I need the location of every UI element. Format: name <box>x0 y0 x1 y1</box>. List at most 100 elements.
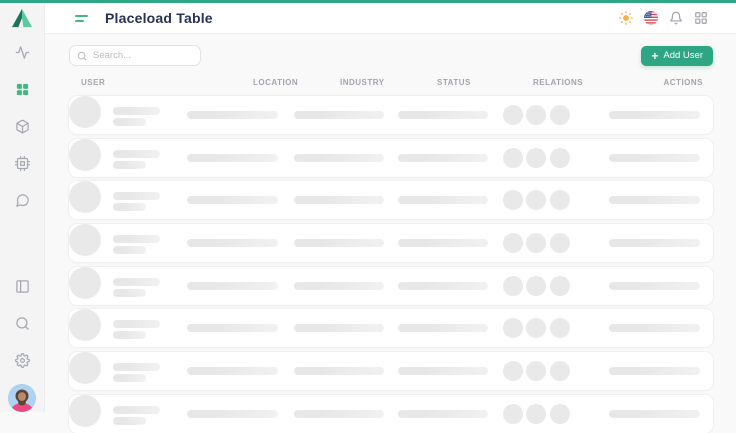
search-icon[interactable] <box>14 315 30 331</box>
skeleton-avatar <box>69 395 101 427</box>
skeleton-relation-3 <box>550 318 570 338</box>
skeleton-user-subtext <box>113 417 146 425</box>
skeleton-industry <box>294 324 384 332</box>
skeleton-location <box>187 367 278 375</box>
column-location: LOCATION <box>253 78 298 88</box>
table-body <box>69 96 713 433</box>
skeleton-avatar <box>69 267 101 299</box>
skeleton-avatar <box>69 352 101 384</box>
skeleton-location <box>187 111 278 119</box>
table-row-skeleton <box>69 352 713 390</box>
skeleton-relation-2 <box>526 276 546 296</box>
chat-bubble-icon[interactable] <box>14 192 30 208</box>
layout-panel-icon[interactable] <box>14 278 30 294</box>
page-header: Placeload Table <box>45 3 736 34</box>
skeleton-status <box>398 282 488 290</box>
search-icon <box>77 51 87 61</box>
box-icon[interactable] <box>14 118 30 134</box>
skeleton-industry <box>294 154 384 162</box>
skeleton-relation-2 <box>526 404 546 424</box>
skeleton-relation-1 <box>503 190 523 210</box>
skeleton-relation-1 <box>503 404 523 424</box>
sidebar <box>0 0 45 412</box>
toolbar: + Add User <box>69 45 713 66</box>
skeleton-relation-1 <box>503 233 523 253</box>
skeleton-relation-3 <box>550 148 570 168</box>
app-logo-icon[interactable] <box>11 8 33 28</box>
skeleton-user-name <box>113 406 160 414</box>
skeleton-user-subtext <box>113 374 146 382</box>
skeleton-user-subtext <box>113 203 146 211</box>
skeleton-status <box>398 239 488 247</box>
skeleton-relation-1 <box>503 105 523 125</box>
skeleton-relation-2 <box>526 190 546 210</box>
skeleton-location <box>187 196 278 204</box>
skeleton-user-name <box>113 107 160 115</box>
main-area: Placeload Table <box>45 3 736 412</box>
skeleton-relation-2 <box>526 105 546 125</box>
search-input[interactable] <box>93 50 193 61</box>
skeleton-status <box>398 410 488 418</box>
skeleton-industry <box>294 367 384 375</box>
skeleton-user-name <box>113 363 160 371</box>
cpu-icon[interactable] <box>14 155 30 171</box>
skeleton-location <box>187 239 278 247</box>
activity-icon[interactable] <box>14 44 30 60</box>
skeleton-status <box>398 367 488 375</box>
skeleton-actions <box>609 196 700 204</box>
grid-icon[interactable] <box>14 81 30 97</box>
column-relations: RELATIONS <box>533 78 583 88</box>
skeleton-industry <box>294 410 384 418</box>
skeleton-actions <box>609 239 700 247</box>
skeleton-relation-1 <box>503 148 523 168</box>
column-industry: INDUSTRY <box>340 78 385 88</box>
skeleton-location <box>187 324 278 332</box>
skeleton-industry <box>294 111 384 119</box>
skeleton-user-name <box>113 278 160 286</box>
skeleton-industry <box>294 239 384 247</box>
skeleton-avatar <box>69 139 101 171</box>
skeleton-status <box>398 196 488 204</box>
apps-grid-icon[interactable] <box>693 11 708 26</box>
column-actions: ACTIONS <box>664 78 704 88</box>
skeleton-actions <box>609 324 700 332</box>
table-row-skeleton <box>69 139 713 177</box>
skeleton-actions <box>609 111 700 119</box>
table-header: USER LOCATION INDUSTRY STATUS RELATIONS … <box>69 78 713 88</box>
skeleton-status <box>398 154 488 162</box>
menu-toggle-icon[interactable] <box>75 15 88 22</box>
skeleton-user-subtext <box>113 161 146 169</box>
skeleton-status <box>398 111 488 119</box>
table-row-skeleton <box>69 309 713 347</box>
top-accent-bar <box>0 0 736 3</box>
table-row-skeleton <box>69 395 713 433</box>
skeleton-avatar <box>69 224 101 256</box>
skeleton-user-name <box>113 192 160 200</box>
skeleton-actions <box>609 367 700 375</box>
content-area: + Add User USER LOCATION INDUSTRY STATUS… <box>45 34 736 433</box>
skeleton-relation-3 <box>550 276 570 296</box>
add-user-button[interactable]: + Add User <box>641 46 713 66</box>
skeleton-industry <box>294 282 384 290</box>
bell-icon[interactable] <box>668 11 683 26</box>
user-avatar[interactable] <box>8 384 36 412</box>
skeleton-relation-3 <box>550 404 570 424</box>
gear-icon[interactable] <box>14 352 30 368</box>
add-user-label: Add User <box>663 50 703 61</box>
skeleton-relation-3 <box>550 105 570 125</box>
skeleton-relation-2 <box>526 361 546 381</box>
skeleton-relation-1 <box>503 361 523 381</box>
table-row-skeleton <box>69 96 713 134</box>
skeleton-user-name <box>113 150 160 158</box>
column-status: STATUS <box>437 78 471 88</box>
skeleton-relation-3 <box>550 361 570 381</box>
table-row-skeleton <box>69 181 713 219</box>
skeleton-user-subtext <box>113 289 146 297</box>
skeleton-actions <box>609 410 700 418</box>
search-box <box>69 45 201 66</box>
skeleton-relation-3 <box>550 233 570 253</box>
sun-icon[interactable] <box>618 11 633 26</box>
skeleton-actions <box>609 282 700 290</box>
us-flag-icon[interactable] <box>643 11 658 26</box>
skeleton-avatar <box>69 181 101 213</box>
